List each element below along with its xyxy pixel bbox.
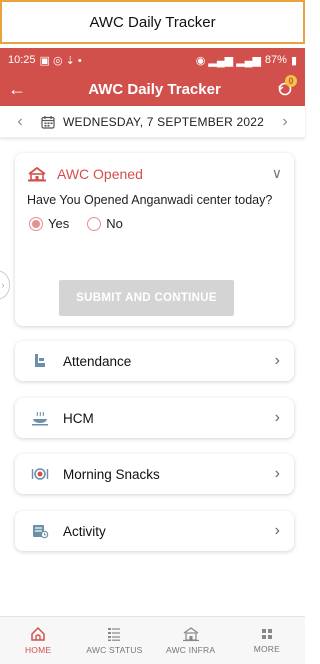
nav-awc-status[interactable]: AWC STATUS — [76, 617, 152, 664]
anganwadi-building-icon — [28, 166, 46, 181]
radio-no-label: No — [106, 216, 123, 231]
section-attendance[interactable]: Attendance › — [15, 341, 294, 381]
side-drawer-handle[interactable]: › — [0, 270, 10, 300]
status-time: 10:25 — [8, 54, 36, 66]
date-display[interactable]: WEDNESDAY, 7 SEPTEMBER 2022 — [41, 115, 264, 129]
notification-icons: ▣ ◎ ⇣ • — [39, 54, 82, 67]
battery-icon: ▮ — [290, 54, 297, 67]
radio-yes[interactable]: Yes — [29, 216, 69, 231]
nav-awc-status-label: AWC STATUS — [86, 645, 143, 655]
awc-opened-header[interactable]: AWC Opened ∨ — [15, 153, 294, 182]
section-activity[interactable]: Activity › — [15, 511, 294, 551]
chevron-down-icon[interactable]: ∨ — [272, 165, 282, 182]
radio-yes-indicator[interactable] — [29, 216, 43, 231]
date-bar: ‹ WEDNESDAY, 7 SEPTEMBER 2022 › — [0, 106, 305, 138]
snacks-icon — [29, 466, 51, 482]
awc-opened-question: Have You Opened Anganwadi center today? — [27, 193, 273, 207]
section-label: Morning Snacks — [63, 466, 160, 482]
section-morning-snacks[interactable]: Morning Snacks › — [15, 454, 294, 494]
infra-building-icon — [182, 627, 199, 642]
section-label: Attendance — [63, 353, 132, 369]
nav-home[interactable]: HOME — [0, 617, 76, 664]
radio-no[interactable]: No — [87, 216, 123, 231]
status-list-icon — [108, 628, 121, 641]
app-bar: ← AWC Daily Tracker 0 — [0, 72, 305, 106]
attendance-icon — [29, 353, 51, 369]
nav-more-label: MORE — [253, 644, 281, 654]
chevron-right-icon: › — [274, 409, 280, 426]
next-date-button[interactable]: › — [275, 113, 295, 131]
back-arrow-icon[interactable]: ← — [0, 79, 34, 100]
home-icon — [31, 626, 45, 641]
chevron-right-icon: › — [274, 465, 280, 482]
more-grid-icon — [261, 629, 272, 639]
sync-count-badge: 0 — [285, 75, 297, 87]
chevron-right-icon: › — [274, 522, 280, 539]
nav-home-label: HOME — [24, 645, 52, 655]
calendar-icon — [41, 115, 55, 129]
hcm-meal-icon — [29, 410, 51, 426]
nav-more[interactable]: MORE — [229, 617, 305, 664]
nav-awc-infra[interactable]: AWC INFRA — [153, 617, 229, 664]
section-label: Activity — [63, 523, 106, 539]
awc-opened-card: AWC Opened ∨ Have You Opened Anganwadi c… — [15, 153, 294, 326]
app-title: AWC Daily Tracker — [88, 80, 221, 98]
date-text: WEDNESDAY, 7 SEPTEMBER 2022 — [62, 114, 265, 129]
submit-and-continue-button[interactable]: SUBMIT AND CONTINUE — [59, 280, 234, 316]
radio-no-indicator[interactable] — [87, 216, 102, 231]
awc-opened-options: Yes No — [15, 208, 294, 231]
radio-yes-label: Yes — [48, 216, 70, 231]
sync-button[interactable]: 0 — [265, 75, 305, 97]
activity-icon — [29, 523, 51, 539]
bottom-navigation: HOME AWC STATUS AWC INFRA MORE — [0, 616, 305, 664]
battery-level: 87% — [264, 54, 287, 66]
section-label: HCM — [63, 410, 94, 426]
previous-date-button[interactable]: ‹ — [10, 113, 30, 131]
nav-awc-infra-label: AWC INFRA — [166, 645, 216, 655]
status-bar: 10:25 ▣ ◎ ⇣ • ◉ ▂▄▆ ▂▄▆ 87% ▮ — [0, 48, 305, 72]
chevron-right-icon: › — [274, 352, 280, 369]
signal-icons: ◉ ▂▄▆ ▂▄▆ — [195, 54, 261, 67]
section-hcm[interactable]: HCM › — [15, 398, 294, 438]
awc-opened-title: AWC Opened — [57, 165, 143, 182]
caption-title: AWC Daily Tracker — [0, 0, 305, 44]
